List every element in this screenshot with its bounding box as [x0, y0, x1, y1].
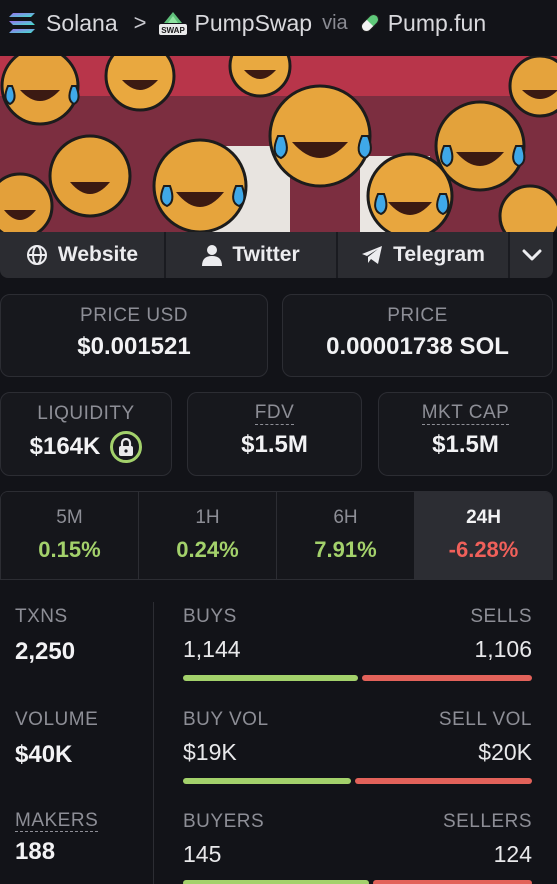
- website-label: Website: [57, 243, 139, 266]
- liquidity-label: LIQUIDITY: [37, 403, 135, 424]
- volume-value: $40K: [15, 741, 73, 768]
- txns-label: TXNS: [15, 606, 68, 627]
- twitter-label: Twitter: [232, 243, 300, 266]
- breadcrumb-separator: >: [133, 10, 147, 35]
- buyers-bar: [183, 880, 370, 884]
- laughing-emoji-crowd-icon: [0, 56, 557, 232]
- buys-label: BUYS: [183, 606, 237, 627]
- tab-change: 7.91%: [314, 537, 377, 562]
- mcap-value: $1.5M: [432, 431, 499, 458]
- timeframe-tabs: 5M 0.15% 1H 0.24% 6H 7.91% 24H -6.28%: [0, 491, 553, 580]
- breadcrumb-dex[interactable]: PumpSwap: [194, 10, 312, 37]
- telegram-label: Telegram: [393, 243, 485, 266]
- price-usd-card: PRICE USD $0.001521: [0, 294, 268, 377]
- more-links-button[interactable]: [510, 232, 553, 278]
- sells-bar: [362, 675, 532, 681]
- buy-vol-label: BUY VOL: [183, 709, 269, 730]
- fdv-card: FDV $1.5M: [187, 392, 362, 476]
- token-banner-image: [0, 56, 557, 232]
- makers-label[interactable]: MAKERS: [15, 811, 99, 832]
- telegram-icon: [362, 246, 383, 264]
- makers-value: 188: [15, 838, 56, 865]
- fdv-value: $1.5M: [241, 431, 308, 458]
- price-usd-label: PRICE USD: [80, 305, 188, 326]
- pumpfun-pill-icon: [360, 13, 379, 33]
- solana-logo-icon: [9, 13, 35, 33]
- liquidity-value: $164K: [29, 433, 101, 460]
- tab-5m[interactable]: 5M 0.15%: [1, 492, 139, 579]
- buys-value: 1,144: [183, 636, 241, 662]
- tab-6h[interactable]: 6H 7.91%: [277, 492, 415, 579]
- buyvol-sellvol-bar: [183, 778, 532, 784]
- breadcrumb-via: via: [322, 11, 348, 34]
- website-button[interactable]: Website: [0, 232, 166, 278]
- pumpswap-logo-text: SWAP: [162, 26, 186, 35]
- buyers-value: 145: [183, 841, 222, 867]
- fdv-label[interactable]: FDV: [254, 403, 295, 425]
- user-icon: [202, 245, 223, 266]
- buyers-sellers-bar: [183, 880, 532, 884]
- buyers-sellers-row: BUYERS SELLERS 145 124: [183, 811, 532, 884]
- sell-vol-bar: [354, 778, 532, 784]
- breadcrumb-chain[interactable]: Solana: [46, 10, 118, 37]
- breadcrumb: Solana > SWAP PumpSwap via Pump.fun: [0, 0, 557, 46]
- price-native-value: 0.00001738 SOL: [326, 333, 509, 360]
- buy-vol-bar: [183, 778, 351, 784]
- liquidity-lock-icon[interactable]: [110, 431, 143, 463]
- sells-label: SELLS: [470, 606, 532, 627]
- tab-change: -6.28%: [448, 537, 519, 562]
- social-links-bar: Website Twitter Telegram: [0, 232, 553, 278]
- price-native-card: PRICE 0.00001738 SOL: [282, 294, 553, 377]
- sell-vol-value: $20K: [478, 739, 532, 765]
- tab-label: 5M: [56, 507, 83, 528]
- telegram-button[interactable]: Telegram: [338, 232, 510, 278]
- tab-label: 1H: [195, 507, 220, 528]
- mcap-label[interactable]: MKT CAP: [421, 403, 510, 425]
- liquidity-card: LIQUIDITY $164K: [0, 392, 172, 476]
- volume-label: VOLUME: [15, 709, 99, 730]
- tab-label: 24H: [466, 507, 501, 528]
- buys-sells-row: BUYS SELLS 1,144 1,106: [183, 606, 532, 681]
- tab-change: 0.24%: [176, 537, 239, 562]
- mcap-card: MKT CAP $1.5M: [378, 392, 553, 476]
- tab-24h[interactable]: 24H -6.28%: [415, 492, 552, 579]
- makers-stat: MAKERS 188: [15, 811, 99, 866]
- volume-stat: VOLUME $40K: [15, 709, 98, 769]
- txns-value: 2,250: [15, 638, 76, 665]
- price-native-label: PRICE: [387, 305, 448, 326]
- txns-stat: TXNS 2,250: [15, 606, 75, 666]
- txn-stats-panel: TXNS 2,250 VOLUME $40K MAKERS 188 BUYS S…: [0, 580, 557, 884]
- buyvol-sellvol-row: BUY VOL SELL VOL $19K $20K: [183, 709, 532, 784]
- twitter-button[interactable]: Twitter: [166, 232, 338, 278]
- sells-value: 1,106: [474, 636, 532, 662]
- globe-icon: [26, 245, 47, 265]
- chevron-down-icon: [522, 249, 541, 261]
- tab-1h[interactable]: 1H 0.24%: [139, 492, 277, 579]
- sellers-label: SELLERS: [442, 811, 532, 832]
- divider: [153, 602, 154, 884]
- buys-sells-bar: [183, 675, 532, 681]
- breadcrumb-launchpad[interactable]: Pump.fun: [388, 10, 486, 37]
- buy-vol-value: $19K: [183, 739, 237, 765]
- tab-label: 6H: [333, 507, 358, 528]
- price-usd-value: $0.001521: [77, 333, 191, 360]
- pumpswap-logo-icon: SWAP: [159, 12, 188, 35]
- sell-vol-label: SELL VOL: [438, 709, 532, 730]
- tab-change: 0.15%: [38, 537, 101, 562]
- buyers-label: BUYERS: [183, 811, 265, 832]
- buys-bar: [183, 675, 359, 681]
- sellers-value: 124: [493, 841, 532, 867]
- sellers-bar: [373, 880, 532, 884]
